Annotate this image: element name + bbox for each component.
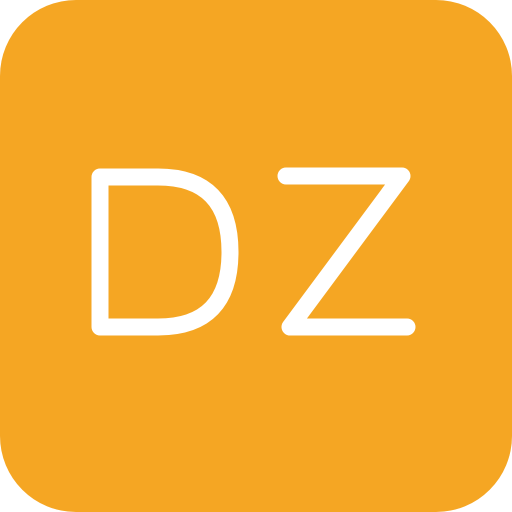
- app-icon-tile: DZ: [0, 0, 512, 512]
- letter-z-glyph: [277, 167, 416, 336]
- dz-monogram-icon: [91, 167, 416, 336]
- letter-d-glyph: [91, 168, 239, 336]
